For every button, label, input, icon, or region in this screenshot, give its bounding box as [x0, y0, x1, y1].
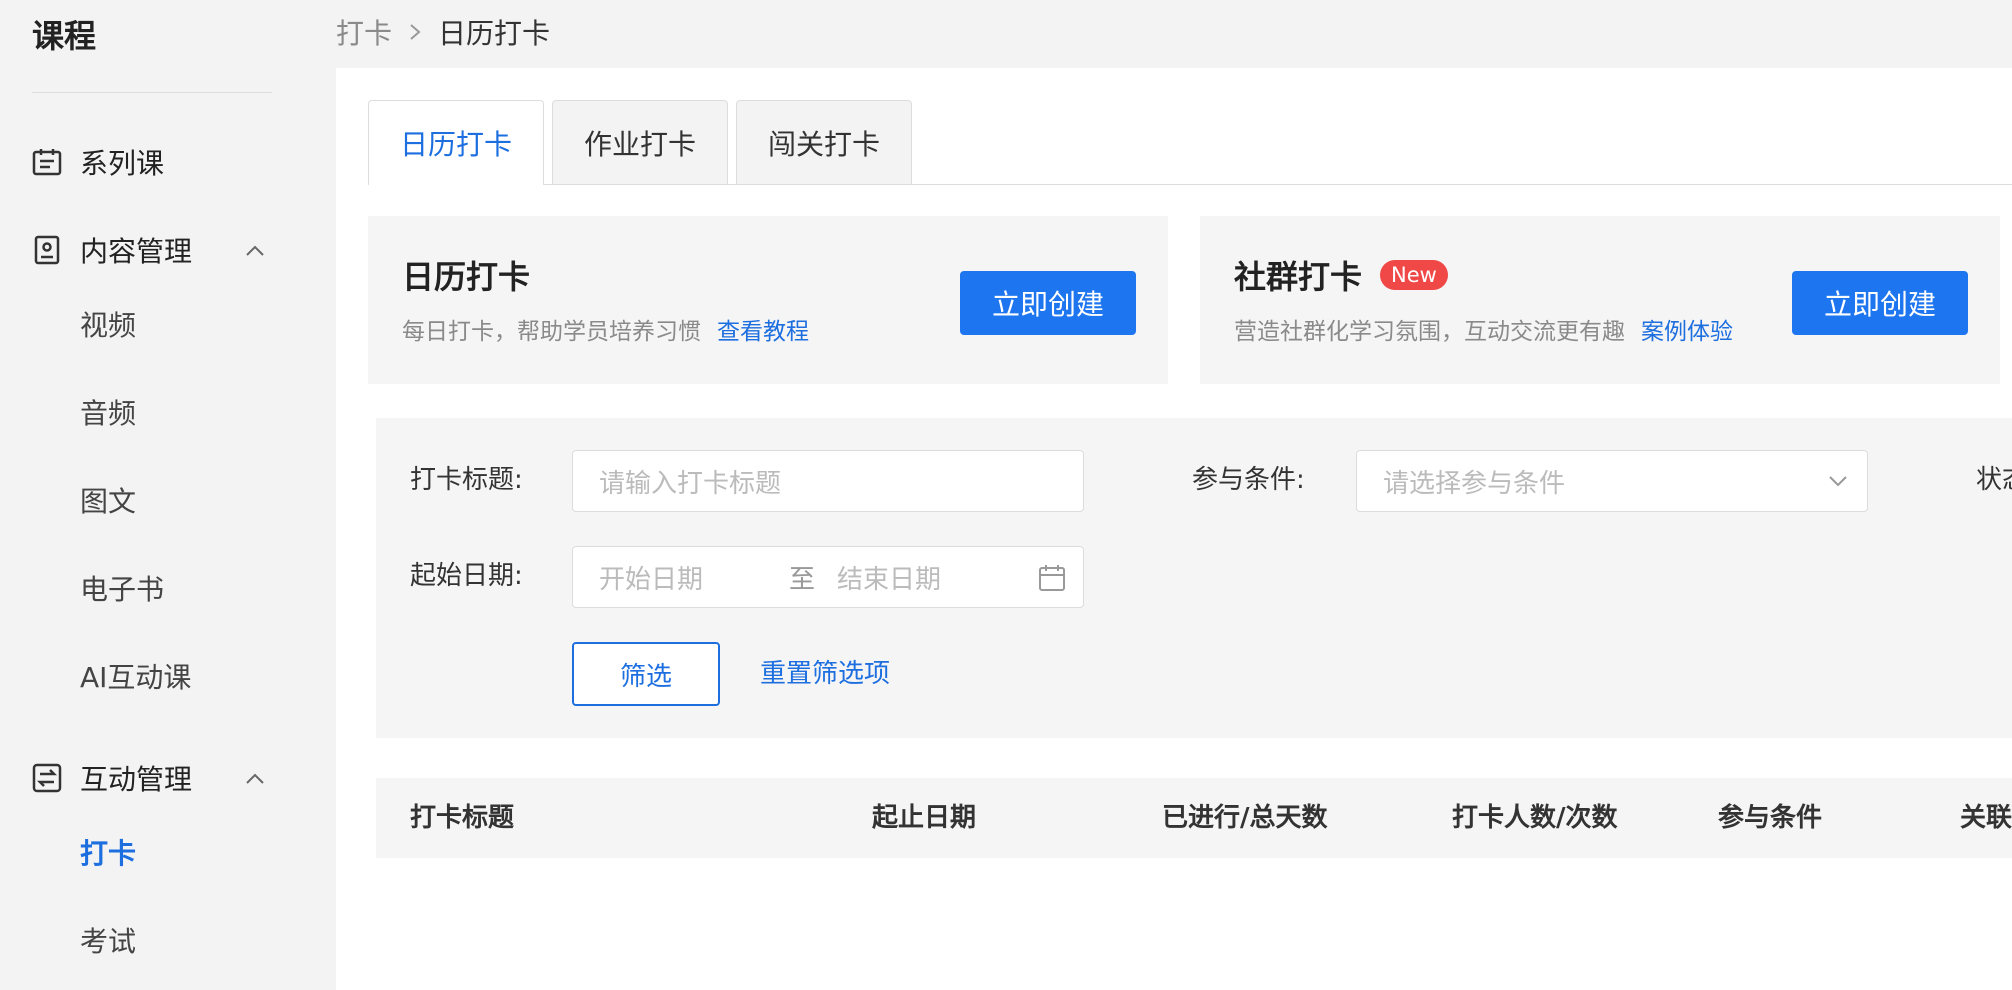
title-search-input[interactable]: 请输入打卡标题 — [572, 450, 1084, 512]
content-doc-icon — [32, 235, 62, 265]
sidebar-group-label: 互动管理 — [80, 763, 193, 796]
filter-button[interactable]: 筛选 — [572, 642, 720, 706]
card-description: 营造社群化学习氛围，互动交流更有趣 案例体验 — [1234, 319, 1733, 345]
community-checkin-card: 社群打卡 New 营造社群化学习氛围，互动交流更有趣 案例体验 立即创建 — [1200, 216, 2000, 384]
tab-level-checkin[interactable]: 闯关打卡 — [736, 100, 912, 184]
sidebar-group-content[interactable]: 内容管理 — [32, 226, 192, 274]
calendar-checkin-card: 日历打卡 每日打卡，帮助学员培养习惯 查看教程 立即创建 — [368, 216, 1168, 384]
sidebar-divider — [32, 92, 272, 93]
reset-filters-link[interactable]: 重置筛选项 — [760, 654, 890, 694]
breadcrumb-parent[interactable]: 打卡 — [336, 12, 392, 52]
card-title: 社群打卡 New — [1234, 252, 1448, 298]
calendar-list-icon — [32, 147, 62, 177]
sidebar-item-series[interactable]: 系列课 — [32, 138, 164, 186]
sidebar-item-exam[interactable]: 考试 — [80, 922, 136, 962]
sidebar: 课程 系列课 内容管理 视频 音频 图文 电子书 AI互动课 互动管理 打卡 考… — [0, 0, 336, 990]
view-tutorial-link[interactable]: 查看教程 — [717, 319, 809, 345]
chevron-down-icon — [1829, 476, 1847, 487]
tab-homework-checkin[interactable]: 作业打卡 — [552, 100, 728, 184]
column-header-related: 关联 — [1960, 803, 2012, 833]
column-header-days: 已进行/总天数 — [1162, 803, 1328, 833]
breadcrumb-current: 日历打卡 — [438, 17, 551, 50]
sidebar-title: 课程 — [32, 17, 97, 55]
sidebar-item-audio[interactable]: 音频 — [80, 394, 136, 434]
column-header-date-range: 起止日期 — [872, 803, 977, 833]
title-filter-label: 打卡标题: — [410, 465, 523, 495]
main-panel: 日历打卡 作业打卡 闯关打卡 日历打卡 每日打卡，帮助学员培养习惯 查看教程 立即… — [336, 68, 2012, 990]
sidebar-item-video[interactable]: 视频 — [80, 306, 136, 346]
breadcrumb: 打卡 日历打卡 — [336, 10, 550, 54]
date-range-picker[interactable]: 开始日期 至 结束日期 — [572, 546, 1084, 608]
card-description: 每日打卡，帮助学员培养习惯 查看教程 — [402, 319, 809, 345]
sidebar-item-ebook[interactable]: 电子书 — [80, 570, 164, 610]
condition-filter-label: 参与条件: — [1192, 465, 1305, 495]
column-header-checkin-count: 打卡人数/次数 — [1452, 803, 1618, 833]
chevron-up-icon[interactable] — [244, 240, 266, 262]
sidebar-item-ai-course[interactable]: AI互动课 — [80, 658, 191, 698]
table-header: 打卡标题 起止日期 已进行/总天数 打卡人数/次数 参与条件 关联 — [376, 778, 2012, 858]
tab-bar: 日历打卡 作业打卡 闯关打卡 — [368, 100, 2012, 185]
column-header-title: 打卡标题 — [410, 803, 515, 833]
start-date-input[interactable]: 开始日期 — [599, 559, 789, 596]
sidebar-item-label: 系列课 — [80, 147, 165, 180]
filter-panel: 打卡标题: 请输入打卡标题 参与条件: 请选择参与条件 状态 起始日期: 开始日… — [376, 418, 2012, 738]
chevron-up-icon[interactable] — [244, 768, 266, 790]
end-date-input[interactable]: 结束日期 — [837, 559, 941, 596]
condition-select[interactable]: 请选择参与条件 — [1356, 450, 1868, 512]
create-calendar-checkin-button[interactable]: 立即创建 — [960, 271, 1136, 335]
interaction-swap-icon — [32, 763, 62, 793]
calendar-icon — [1039, 565, 1065, 591]
case-experience-link[interactable]: 案例体验 — [1641, 319, 1733, 345]
chevron-right-icon — [408, 22, 422, 42]
card-title: 日历打卡 — [402, 258, 531, 296]
sidebar-item-checkin[interactable]: 打卡 — [80, 834, 136, 874]
sidebar-group-label: 内容管理 — [80, 235, 193, 268]
create-community-checkin-button[interactable]: 立即创建 — [1792, 271, 1968, 335]
sidebar-group-interaction[interactable]: 互动管理 — [32, 754, 192, 802]
sidebar-item-article[interactable]: 图文 — [80, 482, 136, 522]
tab-calendar-checkin[interactable]: 日历打卡 — [368, 100, 544, 185]
date-filter-label: 起始日期: — [410, 561, 523, 591]
new-badge: New — [1380, 260, 1448, 290]
column-header-condition: 参与条件 — [1718, 803, 1823, 833]
status-filter-label: 状态 — [1976, 465, 2012, 495]
date-range-separator: 至 — [789, 564, 816, 595]
